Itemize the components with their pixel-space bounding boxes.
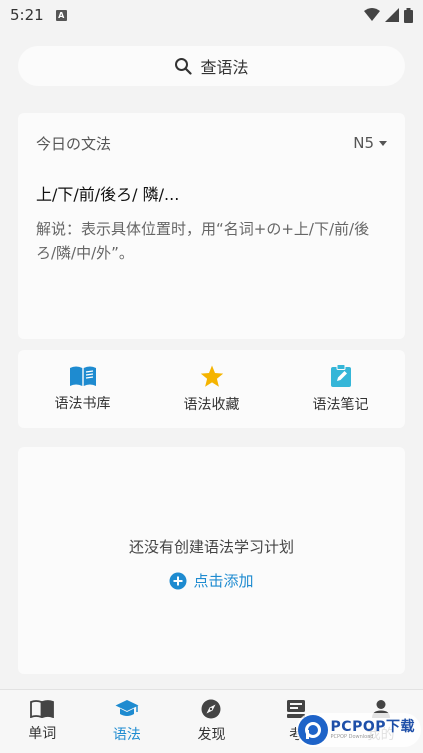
grammar-notes-label: 语法笔记 (312, 397, 369, 413)
tab-discover-label: 发现 (197, 727, 226, 743)
quick-actions: 语法书库 语法收藏 语法笔记 (18, 350, 405, 428)
tab-words[interactable]: 单词 (0, 690, 85, 753)
level-selector[interactable]: N5 (353, 134, 387, 152)
grammar-favorites-button[interactable]: 语法收藏 (147, 350, 276, 428)
study-plan-card: 还没有创建语法学习计划 点击添加 (18, 447, 405, 674)
grammar-library-label: 语法书库 (54, 396, 111, 412)
watermark-brand: PCPOP下载 (330, 719, 415, 735)
status-time: 5:21 (10, 6, 44, 24)
daily-grammar-header: 今日の文法 (36, 134, 112, 153)
book-icon (30, 700, 55, 718)
plus-circle-icon (169, 572, 187, 589)
tab-words-label: 单词 (28, 726, 57, 742)
tab-grammar-label: 语法 (112, 727, 141, 743)
watermark: PCPOP下载 PCPOP Download (295, 713, 421, 747)
watermark-logo (297, 715, 328, 745)
tab-discover[interactable]: 发现 (169, 690, 254, 753)
compass-icon (201, 699, 221, 719)
study-plan-empty-text: 还没有创建语法学习计划 (128, 538, 294, 556)
wifi-icon (364, 8, 380, 21)
grammar-notes-button[interactable]: 语法笔记 (276, 350, 405, 428)
daily-grammar-card[interactable]: 今日の文法 N5 上/下/前/後ろ/ 隣/... 解说：表示具体位置时，用“名词… (18, 113, 405, 339)
grammar-explanation: 解说：表示具体位置时，用“名词+の+上/下/前/後ろ/隣/中/外”。 (36, 220, 370, 262)
notification-a-icon: A (55, 9, 67, 21)
search-placeholder: 查语法 (200, 58, 249, 77)
star-icon (200, 365, 223, 387)
add-plan-label: 点击添加 (193, 572, 254, 590)
signal-icon (385, 8, 399, 22)
search-bar[interactable]: 查语法 (18, 46, 405, 86)
grammar-library-button[interactable]: 语法书库 (18, 350, 147, 428)
dropdown-caret-icon (379, 140, 387, 146)
search-icon (175, 58, 193, 75)
status-bar: 5:21 A (0, 0, 423, 30)
tab-grammar[interactable]: 语法 (85, 690, 170, 753)
graduation-cap-icon (115, 700, 139, 716)
battery-icon (404, 7, 413, 23)
grammar-title: 上/下/前/後ろ/ 隣/... (36, 185, 180, 204)
level-value: N5 (353, 134, 374, 152)
watermark-sub: PCPOP Download (330, 734, 374, 740)
book-open-icon (69, 366, 96, 386)
clipboard-edit-icon (330, 364, 351, 387)
grammar-favorites-label: 语法收藏 (183, 396, 240, 413)
add-plan-button[interactable]: 点击添加 (18, 570, 405, 591)
